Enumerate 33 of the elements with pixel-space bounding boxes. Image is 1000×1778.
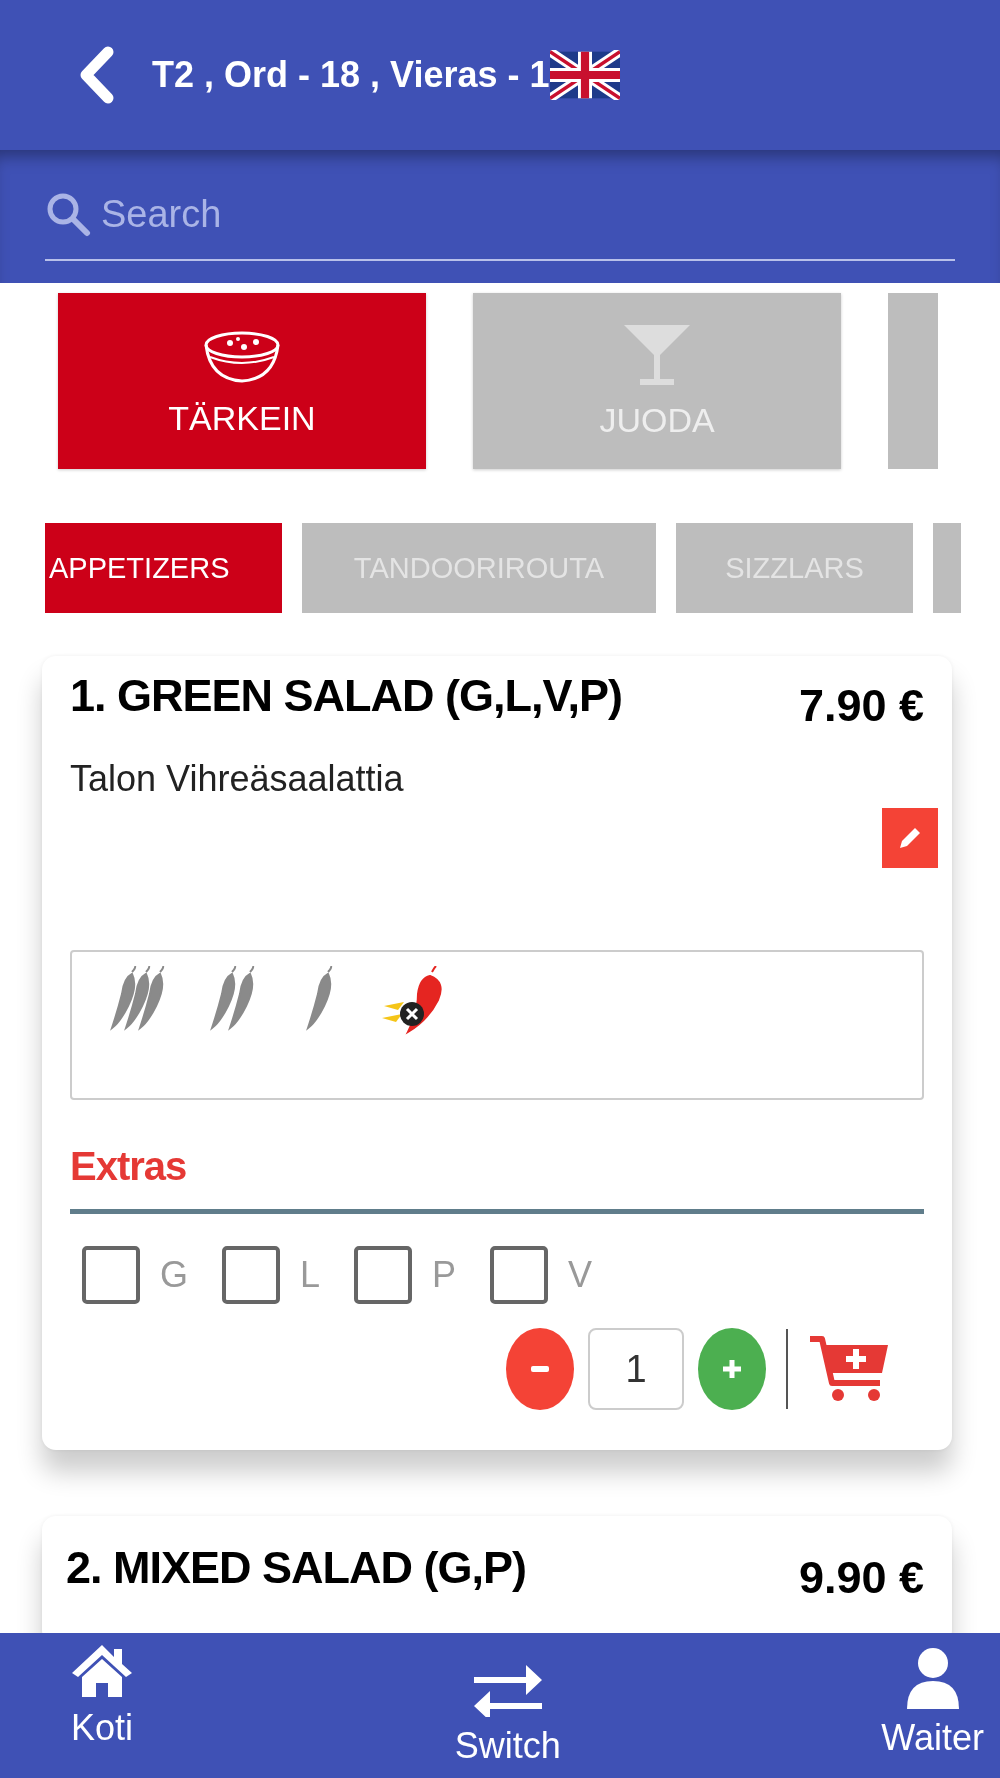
home-icon: [70, 1643, 134, 1699]
extras-heading: Extras: [70, 1144, 188, 1189]
search-icon: [45, 191, 91, 237]
category-tile[interactable]: [888, 293, 938, 469]
item-price: 7.90 €: [798, 680, 924, 732]
subcategory-tab[interactable]: APPETIZERS: [45, 523, 282, 613]
cocktail-glass-icon: [622, 322, 692, 387]
header-title: T2 , Ord - 18 , Vieras - 1: [152, 54, 550, 96]
checkbox-label: G: [160, 1254, 188, 1296]
search-field[interactable]: Search: [45, 169, 955, 261]
search-input[interactable]: Search: [99, 191, 955, 237]
item-description: Talon Vihreäsaalattia: [70, 758, 405, 800]
checkbox[interactable]: [222, 1246, 280, 1304]
user-icon: [904, 1647, 961, 1709]
nav-item[interactable]: Koti: [70, 1633, 134, 1778]
nav-item[interactable]: Switch: [454, 1633, 561, 1778]
item-price: 9.90 €: [798, 1552, 924, 1604]
plus-icon: [722, 1359, 742, 1379]
checkbox[interactable]: [82, 1246, 140, 1304]
nav-item[interactable]: Waiter: [881, 1633, 984, 1778]
checkbox-label: P: [432, 1254, 457, 1296]
item-name: 1. GREEN SALAD (G,L,V,P): [70, 670, 622, 722]
checkbox-label: V: [568, 1254, 593, 1296]
edit-button[interactable]: [882, 808, 938, 868]
checkbox-label: L: [300, 1254, 321, 1296]
checkbox[interactable]: [354, 1246, 413, 1304]
minus-icon: [531, 1366, 549, 1372]
category-tile[interactable]: TÄRKEIN: [58, 293, 426, 469]
swap-arrows-icon: [471, 1663, 544, 1717]
quantity-field[interactable]: 1: [588, 1328, 684, 1410]
checkbox[interactable]: [490, 1246, 549, 1304]
item-name: 2. MIXED SALAD (G,P): [66, 1542, 527, 1594]
flag-icon[interactable]: [549, 50, 620, 100]
